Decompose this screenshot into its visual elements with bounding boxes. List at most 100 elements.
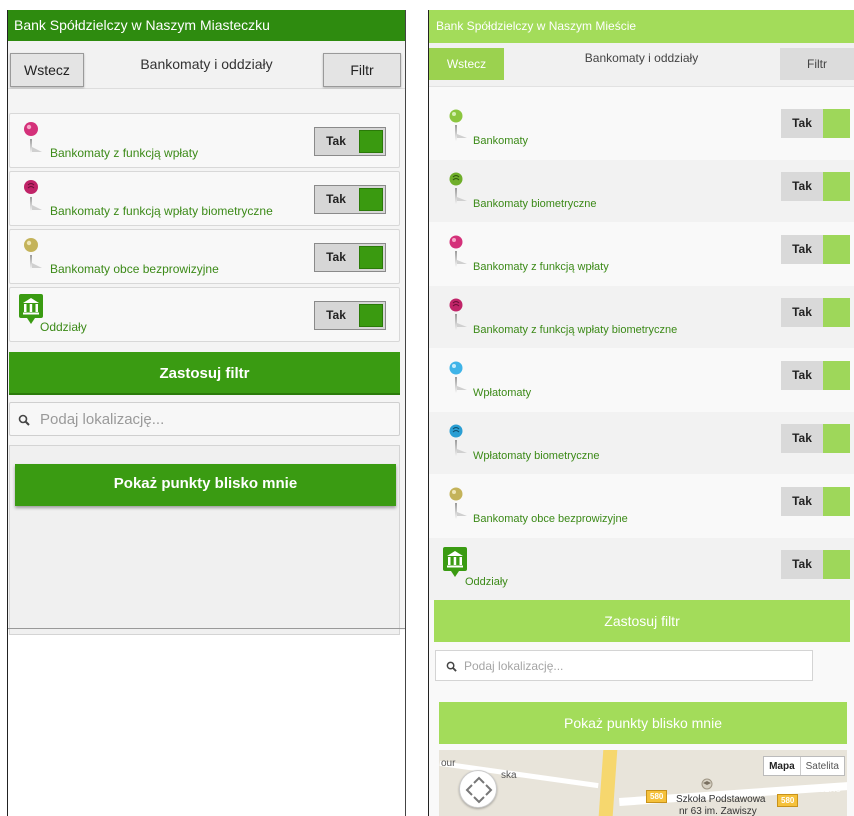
left-nav-bar: Wstecz Bankomaty i oddziały Filtr [8,41,405,89]
right-title-bar: Bank Spółdzielczy w Naszym Mieście [429,10,854,43]
toggle-knob [823,235,850,264]
pin-magenta-icon [24,122,42,153]
right-toggle-atm-biometric[interactable]: Tak [781,172,850,201]
left-filter-label: Bankomaty obce bezprowizyjne [50,262,219,276]
road-number-shield: 580 [777,794,799,807]
toggle-knob [359,130,383,153]
pin-magenta-biometric-icon [24,180,42,211]
search-icon [18,414,30,426]
left-filter-label: Bankomaty z funkcją wpłaty [50,146,199,160]
map-poi-label: Szkoła Podstawowa [676,794,766,805]
toggle-label: Tak [792,305,812,319]
toggle-label: Tak [792,431,812,445]
toggle-label: Tak [792,368,812,382]
right-filter-row-atm-deposit-biometric: Bankomaty z funkcją wpłaty biometryczne … [429,286,854,348]
toggle-knob [359,246,383,269]
toggle-knob [823,487,850,516]
pan-arrows-icon [465,776,493,804]
pin-green-biometric-icon [449,172,467,204]
right-filter-row-atm-biometric: Bankomaty biometryczne Tak [429,160,854,222]
right-toggle-deposit-machine-biometric[interactable]: Tak [781,424,850,453]
toggle-knob [823,109,850,138]
toggle-label: Tak [792,557,812,571]
left-filter-label: Oddziały [40,320,87,334]
right-app-screen: Bank Spółdzielczy w Naszym Mieście Wstec… [428,10,854,816]
left-toggle-branches[interactable]: Tak [314,301,386,330]
toggle-label: Tak [792,179,812,193]
right-apply-filter-button[interactable]: Zastosuj filtr [434,600,850,642]
toggle-knob [823,424,850,453]
right-toggle-foreign-atm[interactable]: Tak [781,487,850,516]
toggle-label: Tak [326,250,346,264]
left-apply-filter-button[interactable]: Zastosuj filtr [9,352,400,395]
left-filter-row-atm-deposit: Bankomaty z funkcją wpłaty Tak [9,113,400,168]
left-filter-label: Bankomaty z funkcją wpłaty biometryczne [50,204,273,218]
left-filter-row-atm-deposit-biometric: Bankomaty z funkcją wpłaty biometryczne … [9,171,400,226]
toggle-knob [823,361,850,390]
right-filter-row-foreign-atm: Bankomaty obce bezprowizyjne Tak [429,475,854,537]
map-street-label: ska [501,770,517,781]
left-back-button[interactable]: Wstecz [10,53,84,87]
left-filter-row-branches: Oddziały Tak [9,287,400,342]
toggle-label: Tak [792,242,812,256]
right-location-search-input[interactable]: Podaj lokalizację... [435,650,813,681]
left-location-search-input[interactable]: Podaj lokalizację... [9,402,400,436]
right-nav-bar: Wstecz Bankomaty i oddziały Filtr [429,43,854,87]
pin-magenta-icon [449,235,467,267]
divider [8,628,405,629]
toggle-label: Tak [792,116,812,130]
right-filter-button[interactable]: Filtr [780,48,854,80]
map-type-map-button[interactable]: Mapa [764,757,801,775]
toggle-label: Tak [326,192,346,206]
left-filter-button[interactable]: Filtr [323,53,401,87]
toggle-knob [823,298,850,327]
toggle-label: Tak [326,308,346,322]
map-type-satellite-button[interactable]: Satelita [801,757,844,775]
map-street-label: our [441,758,456,769]
toggle-label: Tak [792,494,812,508]
left-app-title: Bank Spółdzielczy w Naszym Miasteczku [14,17,270,33]
right-page-title: Bankomaty i oddziały [584,51,699,65]
right-filter-row-deposit-machine-biometric: Wpłatomaty biometryczne Tak [429,412,854,474]
right-filter-label: Wpłatomaty biometryczne [473,450,600,462]
right-filter-row-deposit-machine: Wpłatomaty Tak [429,349,854,411]
pin-magenta-biometric-icon [449,298,467,330]
left-near-me-section: Pokaż punkty blisko mnie [9,445,400,635]
pin-blue-icon [449,361,467,393]
left-toggle-foreign-atm[interactable]: Tak [314,243,386,272]
right-filter-row-atm-deposit: Bankomaty z funkcją wpłaty Tak [429,223,854,285]
right-filter-label: Bankomaty obce bezprowizyjne [473,513,628,525]
right-filter-label: Oddziały [465,576,508,588]
school-poi-icon [701,778,713,790]
right-filter-label: Bankomaty biometryczne [473,198,597,210]
right-back-button[interactable]: Wstecz [429,48,504,80]
right-toggle-atm-deposit-biometric[interactable]: Tak [781,298,850,327]
right-toggle-atm-deposit[interactable]: Tak [781,235,850,264]
right-toggle-branches[interactable]: Tak [781,550,850,579]
toggle-knob [823,172,850,201]
map-view[interactable]: our ska 580 Szkoła Podstawowa nr 63 im. … [439,750,847,816]
right-toggle-atm[interactable]: Tak [781,109,850,138]
map-poi-sublabel: nr 63 im. Zawiszy [679,806,757,816]
pin-blue-biometric-icon [449,424,467,456]
search-placeholder: Podaj lokalizację... [40,411,165,428]
left-title-bar: Bank Spółdzielczy w Naszym Miasteczku [8,10,405,41]
left-toggle-atm-deposit-biometric[interactable]: Tak [314,185,386,214]
left-toggle-atm-deposit[interactable]: Tak [314,127,386,156]
toggle-knob [359,188,383,211]
pin-olive-icon [24,238,42,269]
left-near-me-button[interactable]: Pokaż punkty blisko mnie [15,464,396,506]
right-toggle-deposit-machine[interactable]: Tak [781,361,850,390]
toggle-knob [359,304,383,327]
search-icon [446,661,457,672]
pin-green-icon [449,109,467,141]
right-filter-label: Wpłatomaty [473,387,532,399]
right-near-me-button[interactable]: Pokaż punkty blisko mnie [439,702,847,744]
left-filter-row-foreign-atm: Bankomaty obce bezprowizyjne Tak [9,229,400,284]
left-page-title: Bankomaty i oddziały [140,56,273,72]
right-filter-row-atm: Bankomaty Tak [429,97,854,159]
road-number-shield: 580 [646,790,668,803]
left-app-screen: Bank Spółdzielczy w Naszym Miasteczku Ws… [7,10,406,816]
map-pan-control[interactable] [459,770,497,808]
map-road [598,750,618,816]
